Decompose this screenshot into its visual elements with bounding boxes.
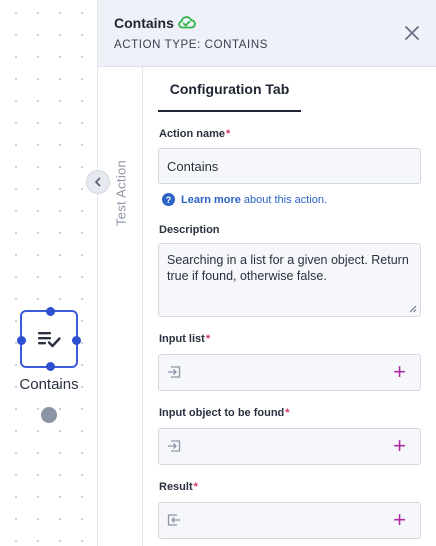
action-type-label: ACTION TYPE: CONTAINS: [114, 39, 269, 51]
resize-grip-icon[interactable]: [409, 305, 417, 313]
node-handle-bottom[interactable]: [45, 362, 55, 371]
action-name-input[interactable]: Contains: [158, 148, 421, 184]
input-arrow-icon: [168, 440, 181, 452]
description-label: Description: [159, 224, 220, 236]
test-action-tab[interactable]: Test Action: [86, 67, 143, 546]
result-label: Result*: [159, 481, 198, 493]
question-icon: ?: [162, 193, 175, 206]
panel-header: Contains ACTION TYPE: CONTAINS: [98, 0, 436, 67]
panel-title: Contains: [114, 15, 174, 31]
required-marker: *: [205, 333, 211, 345]
input-list-label: Input list*: [159, 333, 211, 345]
close-icon[interactable]: [404, 25, 420, 41]
chevron-left-icon: [95, 177, 101, 187]
collapse-panel-button[interactable]: [86, 170, 110, 194]
test-action-label: Test Action: [113, 159, 129, 227]
node-handle-right[interactable]: [72, 335, 81, 345]
input-object-label: Input object to be found*: [159, 407, 290, 419]
required-marker: *: [226, 128, 231, 140]
action-name-label: Action name*: [159, 128, 231, 140]
list-check-icon: [38, 332, 61, 348]
input-list-field[interactable]: +: [158, 354, 421, 391]
node-handle-left[interactable]: [17, 335, 26, 345]
result-field[interactable]: +: [158, 502, 421, 539]
output-arrow-icon: [167, 514, 180, 526]
contains-node[interactable]: [17, 307, 81, 371]
cloud-check-icon: [178, 16, 196, 29]
description-text: Searching in a list for a given object. …: [167, 253, 409, 283]
description-textarea[interactable]: Searching in a list for a given object. …: [158, 243, 421, 317]
add-input-object-button[interactable]: +: [393, 435, 406, 457]
node-handle-top[interactable]: [45, 307, 55, 316]
required-marker: *: [193, 481, 198, 493]
config-content: Configuration Tab Action name* Contains …: [143, 67, 436, 546]
tab-configuration[interactable]: Configuration Tab: [158, 67, 301, 112]
input-object-field[interactable]: +: [158, 428, 421, 465]
node-label: Contains: [19, 376, 79, 393]
add-result-button[interactable]: +: [393, 509, 406, 531]
action-config-panel: Contains ACTION TYPE: CONTAINS Test Acti…: [86, 0, 436, 546]
workflow-canvas[interactable]: Contains: [0, 0, 98, 546]
input-arrow-icon: [168, 366, 181, 378]
help-text[interactable]: about this action.: [244, 194, 327, 206]
add-input-list-button[interactable]: +: [393, 361, 406, 383]
help-row: ? Learn more about this action.: [162, 193, 327, 206]
node-connector[interactable]: [41, 407, 57, 423]
required-marker: *: [285, 407, 290, 419]
learn-more-link[interactable]: Learn more: [181, 194, 241, 206]
